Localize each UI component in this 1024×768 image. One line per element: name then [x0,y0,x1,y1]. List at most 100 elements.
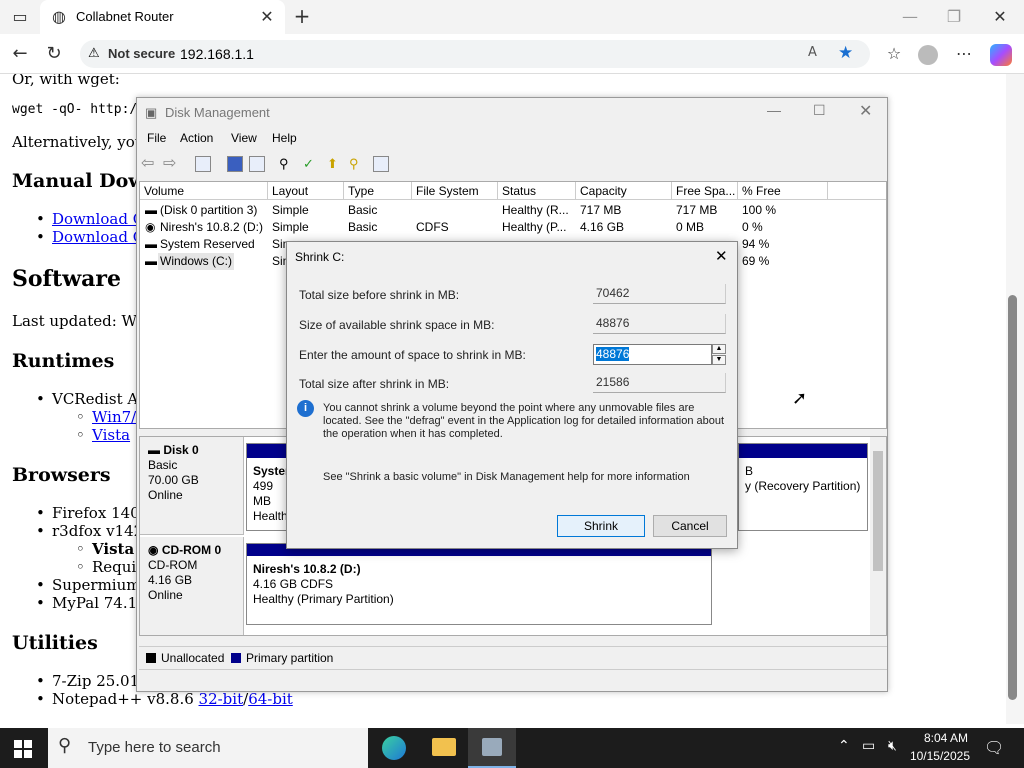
cell-layout: Simple [272,203,309,217]
disk0-state: Online [148,488,183,502]
dialog-close-icon[interactable]: ✕ [715,247,728,265]
cell-percent: 0 % [742,220,763,234]
page-scrollbar-thumb[interactable] [1008,295,1017,700]
cell-layout: Simple [272,220,309,234]
network-icon[interactable]: ▭ [862,738,875,754]
disk0-size: 70.00 GB [148,473,199,487]
profile-avatar[interactable] [918,45,938,65]
list-item: r3dfox v142. [52,522,148,540]
col-free-space[interactable]: Free Spa... [672,182,738,200]
properties-icon[interactable] [195,156,211,172]
maximize-icon[interactable]: ☐ [813,102,826,119]
col-layout[interactable]: Layout [268,182,344,200]
status-bar [139,669,887,689]
tab-title: Collabnet Router [76,9,174,24]
cell-free: 717 MB [676,203,718,217]
browser-tab[interactable]: ◍ Collabnet Router ✕ [40,0,285,34]
favorites-icon[interactable]: ☆ [880,40,908,68]
label-total-before: Total size before shrink in MB: [299,288,460,302]
cell-percent: 100 % [742,203,777,217]
menu-view[interactable]: View [231,131,257,145]
url-text[interactable]: 192.168.1.1 [180,46,254,62]
cdrom-header[interactable]: ◉ CD-ROM 0 CD-ROM 4.16 GB Online [140,537,244,635]
address-bar-row: ← ↻ ⚠ Not secure 192.168.1.1 A ★ ☆ ⋯ [0,34,1024,74]
windows-start-icon[interactable] [14,740,32,758]
graph-scrollbar-thumb[interactable] [873,451,883,571]
help-icon[interactable] [227,156,243,172]
shrink-amount-input[interactable]: 48876 [593,344,712,365]
taskbar-search-box[interactable]: ⚲ Type here to search [48,728,368,768]
restore-icon[interactable]: ❐ [940,3,968,31]
cell-filesystem: CDFS [416,220,449,234]
shrink-button[interactable]: Shrink [557,515,645,537]
volume-row[interactable]: ◉ Niresh's 10.8.2 (D:) Simple Basic CDFS… [140,219,886,236]
tab-actions-icon[interactable]: ▭ [6,3,34,31]
col-capacity[interactable]: Capacity [576,182,672,200]
spin-up-icon[interactable]: ▲ [712,344,726,354]
more-icon[interactable]: ⋯ [950,40,978,68]
notifications-icon[interactable]: 🗨︎ [984,738,1004,757]
close-window-icon[interactable]: ✕ [986,3,1014,31]
view-icon[interactable] [249,156,265,172]
url-box[interactable]: ⚠ Not secure 192.168.1.1 A ★ [80,40,870,68]
copilot-icon[interactable] [990,44,1012,66]
col-percent-free[interactable]: % Free [738,182,828,200]
volume-muted-icon[interactable]: 🔇︎ [888,738,897,754]
disk-icon: ▣ [145,105,158,120]
menu-action[interactable]: Action [180,131,213,145]
clock-time[interactable]: 8:04 AM [912,731,968,745]
value-available: 48876 [593,314,726,334]
cell-volume: (Disk 0 partition 3) [160,203,258,217]
read-aloud-icon[interactable]: A [808,45,817,60]
volume-row[interactable]: ▬ (Disk 0 partition 3) Simple Basic Heal… [140,202,886,219]
column-header-row: Volume Layout Type File System Status Ca… [140,182,886,200]
bullet-icon: • [36,672,45,690]
label-amount: Enter the amount of space to shrink in M… [299,348,526,362]
cancel-button[interactable]: Cancel [653,515,727,537]
bullet-icon: ◦ [76,558,85,576]
unallocated-swatch [146,653,156,663]
mouse-cursor-icon: ➚ [792,388,808,409]
spin-down-icon[interactable]: ▼ [712,355,726,365]
page-code: wget -qO- http://c [12,102,153,117]
col-volume[interactable]: Volume [140,182,268,200]
chevron-up-icon[interactable]: ⌃ [838,738,850,754]
partition-recovery[interactable]: B y (Recovery Partition) [738,443,868,531]
back-icon[interactable]: ← [6,40,34,68]
cell-type: Basic [348,220,378,234]
info-icon: i [297,400,314,417]
minimize-icon[interactable]: — [767,102,781,118]
favorite-star-icon[interactable]: ★ [838,43,853,63]
col-type[interactable]: Type [344,182,412,200]
graph-scrollbar[interactable] [870,437,886,635]
folder-up-icon[interactable]: ⬆ [327,156,343,172]
disk-management-taskbar-button[interactable] [468,728,516,768]
menu-file[interactable]: File [147,131,166,145]
new-tab-icon[interactable]: + [288,2,316,30]
col-filesystem[interactable]: File System [412,182,498,200]
back-arrow-icon[interactable]: ⇦ [141,153,154,173]
close-icon[interactable]: ✕ [859,101,872,121]
link-32bit[interactable]: 32-bit [199,690,244,708]
file-explorer-icon[interactable] [432,738,456,756]
bullet-icon: • [36,228,45,246]
search-folder-icon[interactable]: ⚲ [349,156,365,172]
check-icon[interactable]: ✓ [303,156,319,172]
forward-arrow-icon[interactable]: ⇨ [163,153,176,173]
clock-date[interactable]: 10/15/2025 [902,749,970,763]
link-vista[interactable]: Vista [92,426,130,444]
refresh-icon[interactable]: ↻ [40,40,68,68]
connect-icon[interactable]: ⚲ [279,156,295,172]
menu-help[interactable]: Help [272,131,297,145]
close-tab-icon[interactable]: ✕ [256,3,278,31]
list-item-text: Notepad++ v8.8.6 [52,690,199,708]
disk0-header[interactable]: ▬ Disk 0 Basic 70.00 GB Online [140,437,244,535]
bullet-icon: • [36,594,45,612]
link-64bit[interactable]: 64-bit [248,690,293,708]
minimize-icon[interactable]: — [896,3,924,31]
edge-icon[interactable] [382,736,406,760]
list-view-icon[interactable] [373,156,389,172]
col-status[interactable]: Status [498,182,576,200]
partition-cdrom[interactable]: Niresh's 10.8.2 (D:) 4.16 GB CDFS Health… [246,543,712,625]
cell-type: Basic [348,203,378,217]
